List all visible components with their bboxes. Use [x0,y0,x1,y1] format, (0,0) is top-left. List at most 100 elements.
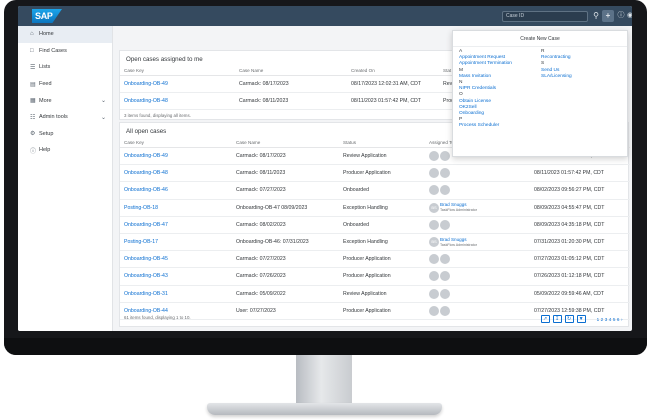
avatar[interactable] [440,271,450,282]
avatar[interactable] [429,185,439,196]
case-date: 08/11/2023 01:57:42 PM, CDT [530,164,630,183]
case-key-link[interactable]: Onboarding-OB-48 [120,92,235,110]
case-key-link[interactable]: Onboarding-OB-43 [120,267,232,286]
avatar[interactable] [440,254,450,265]
avatar[interactable] [429,254,439,265]
next-page-icon[interactable]: › [621,317,624,322]
case-status: Producer Application [339,302,425,320]
shell-bar: SAP Case ID ⚲ + ⓘ ◉ [18,6,632,26]
search-icon[interactable]: ⚲ [590,10,602,22]
case-status: Onboarded [339,181,425,200]
panel-title: Open cases assigned to me [126,56,203,63]
case-key-link[interactable]: Onboarding-OB-49 [120,75,235,93]
table-row[interactable]: Onboarding-OB-48 Carmack: 08/11/2023 08/… [120,92,468,110]
table-header-row: Case Key Case Name Created On Stat [120,66,468,76]
case-date: 08/09/2023 04:55:47 PM, CDT [530,199,630,217]
avatar[interactable] [440,305,450,316]
case-date: 05/09/2022 09:59:46 AM, CDT [530,285,630,303]
table-row[interactable]: Onboarding-OB-49 Carmack: 08/17/2023 08/… [120,75,468,93]
assigned-to [425,302,530,320]
case-status: Review Application [339,147,425,166]
sidebar-item-lists[interactable]: ☰ Lists [18,59,112,76]
items-count: 61 items found, displaying 1 to 10. [124,315,191,320]
sidebar-item-home[interactable]: ⌂ Home [18,26,112,43]
assigned-to: BS Brad Snuggs TaskFlow Administrator [425,199,530,217]
avatar[interactable] [429,271,439,282]
table-row[interactable]: Onboarding-OB-47 Carmack: 08/02/2023 Onboa… [120,216,630,234]
table-row[interactable]: Onboarding-OB-48 Carmack: 08/11/2023 Produ… [120,164,630,183]
all-open-cases-rows: Onboarding-OB-49 Carmack: 08/17/2023 Revie… [120,147,630,320]
sidebar-item-admin-tools[interactable]: ☷ Admin tools ⌄ [18,109,112,126]
table-row[interactable]: Onboarding-OB-43 Carmack: 07/26/2023 Produ… [120,267,630,286]
column-header[interactable]: Created On [347,66,439,76]
case-key-link[interactable]: Onboarding-OB-48 [120,164,232,183]
column-header[interactable]: Status [339,138,425,148]
assigned-to [425,267,530,286]
case-type-link[interactable]: Recontracting [541,55,572,61]
column-header[interactable]: Case Name [235,66,347,76]
monitor-stand-base [207,403,442,415]
case-key-link[interactable]: Onboarding-OB-45 [120,250,232,269]
user-icon[interactable]: ◉ [626,10,632,22]
column-header[interactable]: Case Key [120,66,235,76]
items-count: 3 items found, displaying all items. [124,113,191,118]
case-type-column-left: A Appointment Request Appointment Terminat… [459,49,512,130]
avatar[interactable] [440,151,450,162]
sidebar-item-setup[interactable]: ⚙ Setup [18,126,112,143]
table-row[interactable]: Onboarding-OB-45 Carmack: 07/27/2023 Produ… [120,250,630,269]
case-key-link[interactable]: Posting-OB-17 [120,233,232,252]
sidebar-item-feed[interactable]: ▤ Feed [18,76,112,93]
avatar[interactable] [440,219,450,230]
avatar[interactable] [429,219,439,230]
avatar[interactable] [429,288,439,299]
sidebar-item-label: More [39,97,52,104]
case-key-link[interactable]: Onboarding-OB-49 [120,147,232,166]
case-type-link[interactable]: SLA/Licensing [541,74,572,80]
case-key-link[interactable]: Onboarding-OB-31 [120,285,232,303]
table-row[interactable]: Onboarding-OB-46 Carmack: 07/27/2023 Onboa… [120,181,630,200]
column-header[interactable]: Case Name [232,138,339,148]
case-key-link[interactable]: Posting-OB-18 [120,199,232,217]
refresh-icon[interactable]: ↻ [564,315,574,323]
download-icon[interactable]: ↧ [552,315,562,323]
table-row[interactable]: Onboarding-OB-31 Carmack: 05/09/2022 Revie… [120,285,630,303]
sidebar-item-more[interactable]: ▦ More ⌄ [18,92,112,109]
assignee-role: TaskFlow Administrator [440,242,477,247]
assigned-to [425,250,530,269]
case-date: 08/09/2023 04:35:18 PM, CDT [530,216,630,234]
table-row[interactable]: Posting-OB-18 Onboarding-OB-47 08/09/2023… [120,199,630,217]
home-icon: ⌂ [30,31,34,38]
avatar[interactable] [429,151,439,162]
grid-icon: ▦ [30,98,36,105]
sidebar-item-find-cases[interactable]: □ Find Cases [18,43,112,60]
filter-icon[interactable]: ▼ [576,315,586,323]
pagination: ↗ ↧ ↻ ▼ 123456› [540,315,624,323]
case-key-link[interactable]: Onboarding-OB-46 [120,181,232,200]
case-type-column-right: R Recontracting S Send Us SLA/Licensing [541,49,572,80]
sidebar-item-label: Admin tools [39,114,68,121]
avatar[interactable] [429,168,439,179]
avatar[interactable] [440,288,450,299]
export-icon[interactable]: ↗ [540,315,550,323]
sidebar-item-label: Help [39,147,51,154]
sap-logo[interactable]: SAP [32,9,62,23]
case-name: Onboarding-OB-46: 07/31/2023 [232,233,339,252]
case-type-link[interactable]: Process Scheduler [459,123,512,129]
case-search-input[interactable]: Case ID [502,11,588,22]
assignee-role: TaskFlow Administrator [440,208,477,213]
assignee-name[interactable]: Brad Snuggs [440,202,467,207]
assignee-name[interactable]: Brad Snuggs [440,237,467,242]
table-row[interactable]: Posting-OB-17 Onboarding-OB-46: 07/31/202… [120,233,630,252]
avatar[interactable] [440,168,450,179]
avatar[interactable] [429,305,439,316]
sidebar-item-help[interactable]: ⓘ Help [18,142,112,159]
create-case-button[interactable]: + [602,10,614,22]
case-status: Exception Handling [339,233,425,252]
case-type-link[interactable]: Appointment Termination [459,61,512,67]
page-numbers: 123456› [597,317,624,322]
sidebar-item-label: Setup [39,130,54,137]
case-key-link[interactable]: Onboarding-OB-47 [120,216,232,234]
sidebar-item-label: Home [39,31,54,38]
avatar[interactable] [440,185,450,196]
column-header[interactable]: Case Key [120,138,232,148]
